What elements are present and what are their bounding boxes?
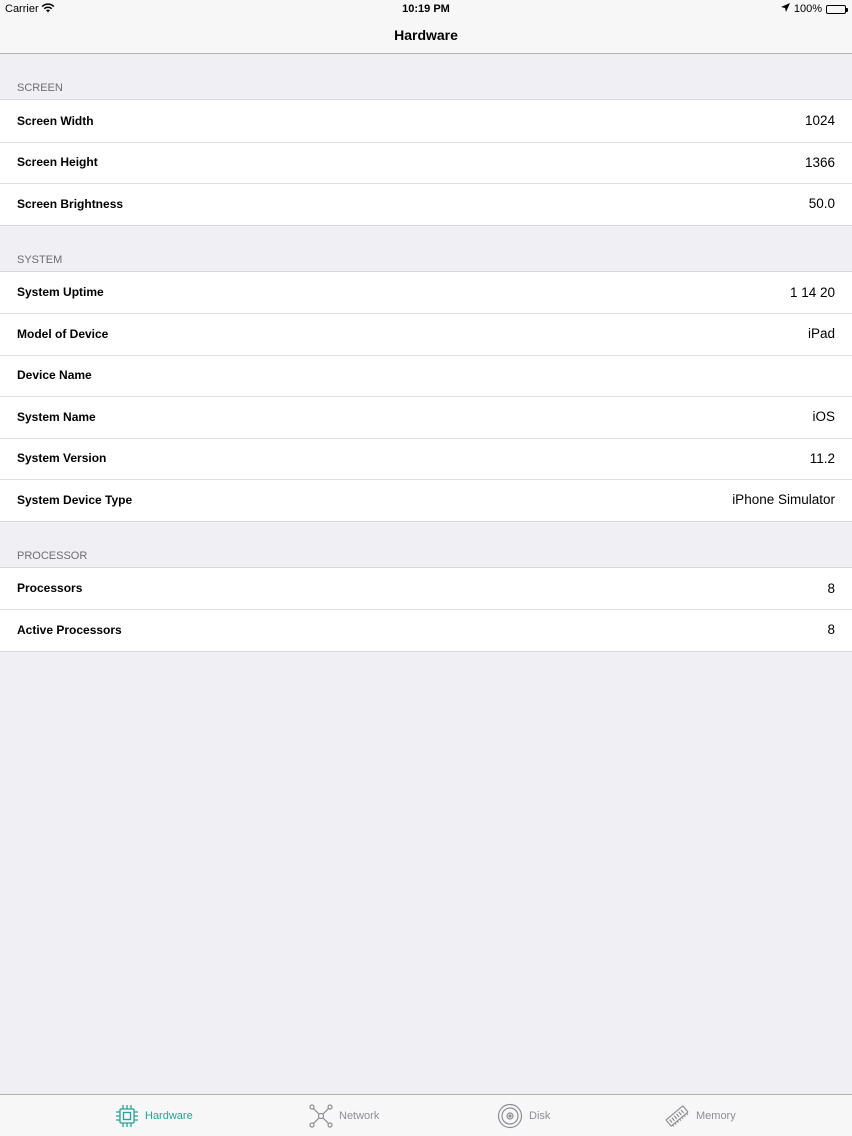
row-value: 11.2 (809, 450, 835, 466)
row-label: System Device Type (17, 492, 133, 507)
row-label: Device Name (17, 368, 92, 383)
row-active-processors[interactable]: Active Processors 8 (0, 609, 852, 651)
row-system-uptime[interactable]: System Uptime 1 14 20 (0, 272, 852, 314)
row-value: 50.0 (808, 196, 835, 212)
battery-percent: 100% (793, 3, 822, 15)
row-screen-width[interactable]: Screen Width 1024 (0, 100, 852, 142)
section-processor: Processors 8 Active Processors 8 (0, 566, 852, 652)
tab-label: Disk (529, 1109, 551, 1122)
page-title: Hardware (0, 18, 852, 54)
network-icon (309, 1103, 333, 1128)
row-label: System Uptime (17, 285, 104, 300)
row-value: iPad (807, 326, 835, 342)
section-screen: Screen Width 1024 Screen Height 1366 Scr… (0, 99, 852, 226)
row-screen-brightness[interactable]: Screen Brightness 50.0 (0, 183, 852, 225)
section-header-processor: PROCESSOR (17, 549, 88, 562)
tab-bar: Hardware Network Disk Memory (0, 1094, 852, 1136)
row-value: iPhone Simulator (732, 492, 835, 508)
section-header-screen: SCREEN (17, 82, 63, 94)
memory-icon (664, 1103, 690, 1129)
row-label: Screen Width (17, 113, 94, 128)
row-device-name[interactable]: Device Name (0, 354, 852, 397)
row-system-device-type[interactable]: System Device Type iPhone Simulator (0, 479, 852, 521)
row-value: 1024 (804, 113, 835, 129)
row-label: Screen Height (17, 155, 98, 170)
chip-icon (115, 1104, 139, 1128)
row-system-version[interactable]: System Version 11.2 (0, 437, 852, 480)
section-system: System Uptime 1 14 20 Model of Device iP… (0, 270, 852, 522)
location-arrow-icon (780, 3, 790, 15)
status-bar: Carrier 10:19 PM 100% (0, 0, 852, 18)
tab-label: Network (339, 1109, 380, 1122)
tab-hardware[interactable]: Hardware (115, 1095, 193, 1136)
tab-label: Memory (696, 1109, 736, 1122)
tab-memory[interactable]: Memory (664, 1095, 736, 1136)
row-label: System Version (17, 451, 107, 466)
row-value: iOS (812, 409, 835, 425)
row-value: 8 (827, 622, 835, 638)
row-value: 1 14 20 (789, 284, 835, 300)
status-right: 100% (780, 3, 848, 15)
row-processors[interactable]: Processors 8 (0, 568, 852, 610)
battery-icon (826, 4, 848, 14)
section-header-system: SYSTEM (17, 253, 63, 266)
disk-icon (497, 1103, 523, 1129)
row-value: 8 (827, 580, 835, 596)
row-system-name[interactable]: System Name iOS (0, 396, 852, 438)
tab-label: Hardware (145, 1109, 193, 1122)
row-label: Active Processors (17, 622, 122, 637)
tab-disk[interactable]: Disk (497, 1095, 550, 1136)
clock: 10:19 PM (402, 3, 450, 15)
tab-network[interactable]: Network (309, 1095, 379, 1136)
row-label: Model of Device (17, 326, 109, 341)
row-label: Processors (17, 581, 83, 596)
row-label: System Name (17, 409, 96, 424)
row-label: Screen Brightness (17, 196, 124, 211)
settings-table[interactable]: SCREEN Screen Width 1024 Screen Height 1… (0, 54, 852, 652)
row-model-of-device[interactable]: Model of Device iPad (0, 313, 852, 355)
row-value: 1366 (804, 154, 835, 170)
row-screen-height[interactable]: Screen Height 1366 (0, 141, 852, 184)
